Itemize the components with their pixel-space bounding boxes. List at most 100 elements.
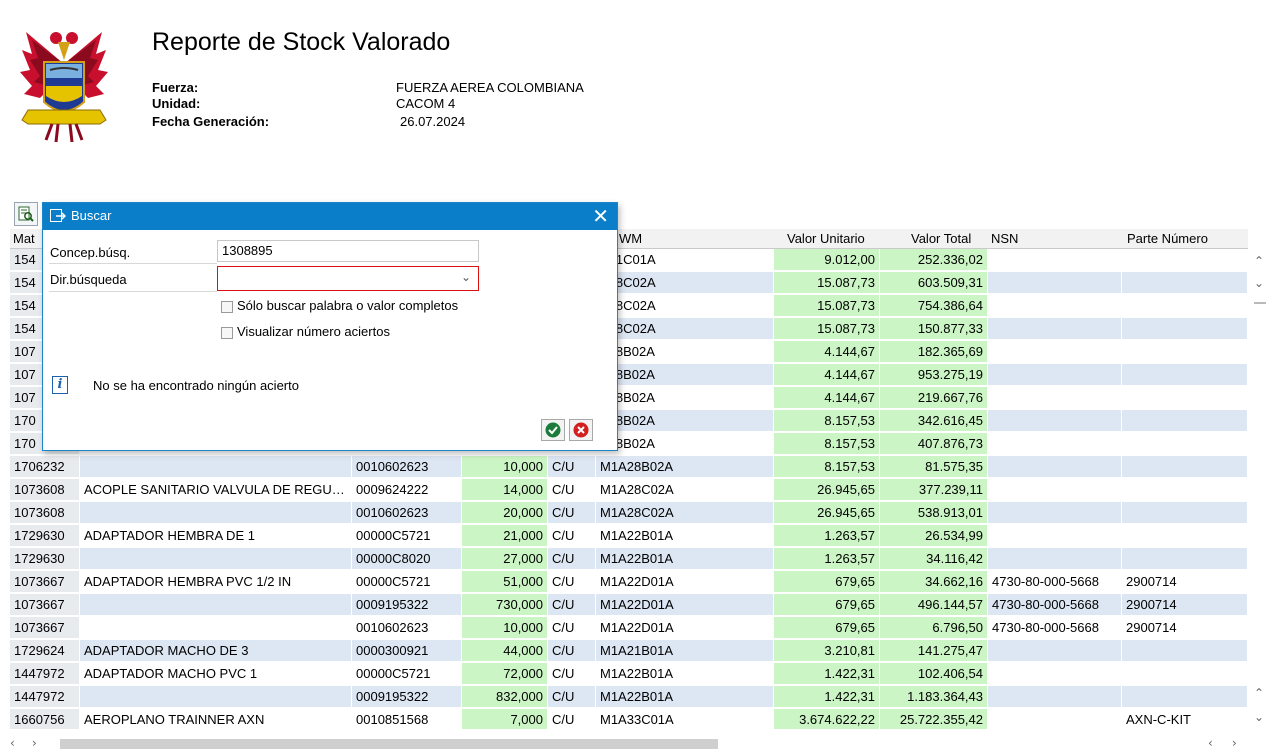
cell-m[interactable]: 1729630: [10, 548, 80, 570]
cell-vu[interactable]: 26.945,65: [774, 479, 880, 501]
col-nsn[interactable]: NSN: [991, 229, 1018, 248]
cell-vt[interactable]: 81.575,35: [880, 456, 988, 478]
cell-b[interactable]: 0010602623: [352, 617, 462, 639]
cell-b[interactable]: 0009624222: [352, 479, 462, 501]
cell-parte[interactable]: [1122, 502, 1248, 524]
cell-vu[interactable]: 8.157,53: [774, 433, 880, 455]
cell-vt[interactable]: 102.406,54: [880, 663, 988, 685]
table-row[interactable]: 1073608 ACOPLE SANITARIO VALVULA DE REGUL…: [10, 479, 1248, 502]
cell-ubic[interactable]: A28B02A: [596, 341, 774, 363]
cell-ubic[interactable]: A28C02A: [596, 272, 774, 294]
cell-d[interactable]: [80, 502, 352, 524]
cell-b[interactable]: 0009195322: [352, 594, 462, 616]
cell-ubic[interactable]: M1A22B01A: [596, 548, 774, 570]
cell-vt[interactable]: 219.667,76: [880, 387, 988, 409]
table-row[interactable]: 1073667 0009195322 730,000 C/U M1A22D01A 679,…: [10, 594, 1248, 617]
cell-vu[interactable]: 1.422,31: [774, 686, 880, 708]
cell-parte[interactable]: [1122, 341, 1248, 363]
scroll-up-icon-bottom[interactable]: ⌃: [1254, 686, 1264, 700]
confirm-button[interactable]: [541, 419, 565, 441]
cell-nsn[interactable]: [988, 640, 1122, 662]
cell-vu[interactable]: 8.157,53: [774, 410, 880, 432]
scroll-down-icon[interactable]: ⌄: [1254, 276, 1264, 290]
cell-q[interactable]: 72,000: [462, 663, 548, 685]
vertical-scrollbar[interactable]: ⌃ ⌄ ⌃ ⌄: [1250, 248, 1270, 730]
table-row[interactable]: 1073608 0010602623 20,000 C/U M1A28C02A 26.94…: [10, 502, 1248, 525]
table-row[interactable]: 1729630 00000C8020 27,000 C/U M1A22B01A 1.263…: [10, 548, 1248, 571]
find-button[interactable]: [14, 202, 38, 226]
cell-m[interactable]: 1073667: [10, 571, 80, 593]
cell-ubic[interactable]: A28B02A: [596, 387, 774, 409]
scroll-left-icon-end[interactable]: ‹: [1208, 736, 1213, 750]
cell-m[interactable]: 1447972: [10, 686, 80, 708]
cell-q[interactable]: 14,000: [462, 479, 548, 501]
cell-vt[interactable]: 150.877,33: [880, 318, 988, 340]
cell-b[interactable]: 00000C5721: [352, 525, 462, 547]
cell-parte[interactable]: [1122, 640, 1248, 662]
cell-ubic[interactable]: A28B02A: [596, 433, 774, 455]
cell-vt[interactable]: 34.662,16: [880, 571, 988, 593]
cell-q[interactable]: 10,000: [462, 456, 548, 478]
cell-ubic[interactable]: B01C01A: [596, 249, 774, 271]
cell-nsn[interactable]: [988, 548, 1122, 570]
cell-vt[interactable]: 538.913,01: [880, 502, 988, 524]
cell-ubic[interactable]: M1A22D01A: [596, 617, 774, 639]
cell-vt[interactable]: 603.509,31: [880, 272, 988, 294]
cell-m[interactable]: 1073667: [10, 617, 80, 639]
cell-parte[interactable]: [1122, 548, 1248, 570]
cell-q[interactable]: 51,000: [462, 571, 548, 593]
cell-u[interactable]: C/U: [548, 502, 596, 524]
cell-nsn[interactable]: [988, 686, 1122, 708]
cell-ubic[interactable]: M1A22D01A: [596, 571, 774, 593]
cell-ubic[interactable]: A28B02A: [596, 410, 774, 432]
show-hits-checkbox[interactable]: [221, 327, 233, 339]
cell-vu[interactable]: 9.012,00: [774, 249, 880, 271]
cell-b[interactable]: 00000C5721: [352, 571, 462, 593]
cell-u[interactable]: C/U: [548, 640, 596, 662]
table-row[interactable]: 1447972 ADAPTADOR MACHO PVC 1 00000C5721 72…: [10, 663, 1248, 686]
cell-nsn[interactable]: [988, 410, 1122, 432]
cell-nsn[interactable]: [988, 525, 1122, 547]
table-row[interactable]: 1447972 0009195322 832,000 C/U M1A22B01A 1.42…: [10, 686, 1248, 709]
cell-parte[interactable]: [1122, 525, 1248, 547]
cell-u[interactable]: C/U: [548, 571, 596, 593]
cell-d[interactable]: [80, 594, 352, 616]
hscroll-thumb[interactable]: [60, 739, 718, 749]
cell-vu[interactable]: 15.087,73: [774, 272, 880, 294]
cell-m[interactable]: 1447972: [10, 663, 80, 685]
cell-u[interactable]: C/U: [548, 663, 596, 685]
cell-m[interactable]: 1660756: [10, 709, 80, 729]
cell-b[interactable]: 0010851568: [352, 709, 462, 729]
whole-word-checkbox[interactable]: [221, 301, 233, 313]
cell-vt[interactable]: 26.534,99: [880, 525, 988, 547]
cell-parte[interactable]: 2900714: [1122, 571, 1248, 593]
cell-ubic[interactable]: M1A28B02A: [596, 456, 774, 478]
cell-u[interactable]: C/U: [548, 594, 596, 616]
cell-parte[interactable]: [1122, 387, 1248, 409]
cell-u[interactable]: C/U: [548, 525, 596, 547]
cell-vt[interactable]: 34.116,42: [880, 548, 988, 570]
cell-q[interactable]: 832,000: [462, 686, 548, 708]
cell-d[interactable]: [80, 686, 352, 708]
cell-ubic[interactable]: A28C02A: [596, 295, 774, 317]
cell-q[interactable]: 27,000: [462, 548, 548, 570]
scroll-up-icon[interactable]: ⌃: [1254, 254, 1264, 268]
cell-vu[interactable]: 4.144,67: [774, 387, 880, 409]
cell-vt[interactable]: 1.183.364,43: [880, 686, 988, 708]
cell-q[interactable]: 44,000: [462, 640, 548, 662]
cell-ubic[interactable]: M1A28C02A: [596, 502, 774, 524]
cell-parte[interactable]: [1122, 456, 1248, 478]
cell-vt[interactable]: 953.275,19: [880, 364, 988, 386]
scroll-right-icon[interactable]: ›: [32, 736, 37, 750]
cell-parte[interactable]: [1122, 318, 1248, 340]
cell-parte[interactable]: [1122, 364, 1248, 386]
cell-parte[interactable]: [1122, 410, 1248, 432]
cell-parte[interactable]: [1122, 272, 1248, 294]
cell-nsn[interactable]: [988, 341, 1122, 363]
scroll-thumb[interactable]: [1254, 302, 1266, 304]
cell-d[interactable]: [80, 456, 352, 478]
cell-vt[interactable]: 6.796,50: [880, 617, 988, 639]
scroll-right-icon-end[interactable]: ›: [1232, 736, 1237, 750]
dialog-title-bar[interactable]: Buscar ✕: [43, 203, 617, 230]
horizontal-scrollbar[interactable]: ‹ › ‹ ›: [10, 736, 1248, 752]
